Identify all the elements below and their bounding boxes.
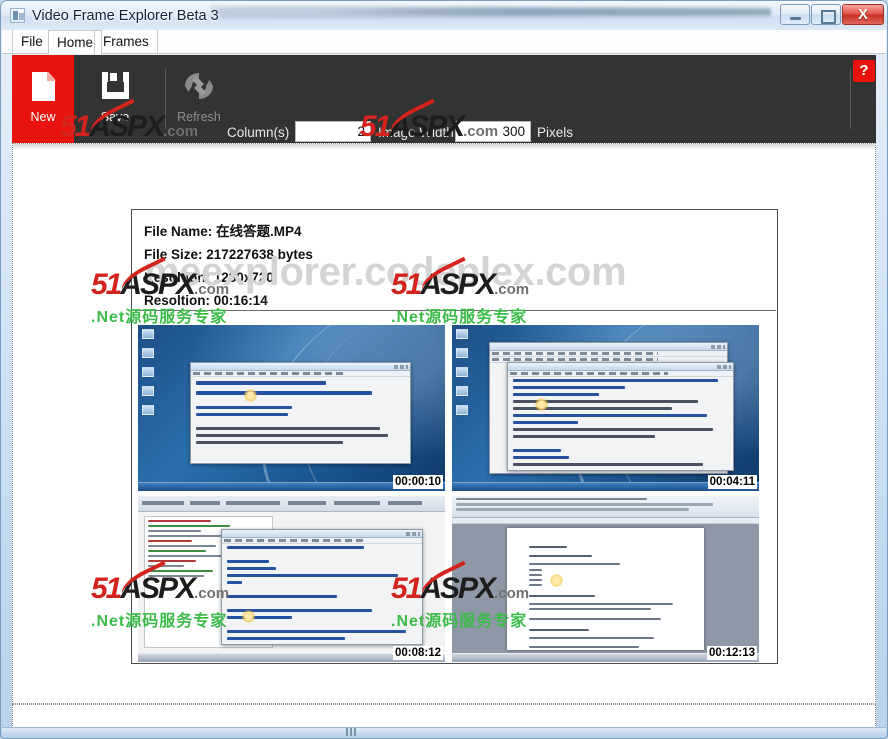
duration-line: Resoltion: 00:16:14	[144, 293, 268, 308]
page-fold-icon	[47, 72, 56, 81]
frame-2-screen	[452, 325, 759, 491]
file-size-line: File Size: 217227638 bytes	[144, 247, 313, 262]
menu-item-file[interactable]: File	[12, 30, 52, 54]
help-button[interactable]: ?	[853, 60, 875, 82]
frame-4-timestamp: 00:12:13	[706, 646, 757, 660]
frame-3-timestamp: 00:08:12	[392, 646, 443, 660]
frame-1-screen	[138, 325, 445, 491]
menu-bar: File Home Frames	[2, 30, 886, 54]
resolution-line: Resoltion: 1280x720	[144, 270, 274, 285]
refresh-icon	[185, 73, 213, 99]
columns-input[interactable]	[295, 121, 371, 142]
thumbnail-frame-1[interactable]: 00:00:10	[138, 325, 445, 491]
frame-report-card: File Name: 在线答题.MP4 File Size: 217227638…	[131, 209, 778, 664]
file-name-line: File Name: 在线答题.MP4	[144, 224, 302, 239]
new-button-label: New	[30, 110, 56, 124]
close-button[interactable]: X	[842, 4, 884, 25]
frame-2-notepad-window	[507, 361, 735, 472]
close-icon: X	[857, 6, 868, 23]
minimize-button[interactable]	[780, 4, 810, 25]
bottom-panel	[12, 704, 876, 728]
ribbon-divider-2	[850, 69, 851, 129]
maximize-button[interactable]	[811, 4, 841, 25]
thumbnail-grid: 00:00:10 00:04:11 00:08:12 00:12:13	[138, 325, 773, 662]
title-bar: Video Frame Explorer Beta 3 X	[1, 1, 887, 30]
app-window-icon	[10, 8, 25, 23]
thumbnail-frame-3[interactable]: 00:08:12	[138, 496, 445, 662]
frame-4-screen	[452, 496, 759, 662]
thumbnail-frame-2[interactable]: 00:04:11	[452, 325, 759, 491]
frame-3-notepad-window	[220, 529, 424, 646]
columns-label: Column(s)	[227, 125, 290, 140]
desktop-bleed-through	[211, 3, 771, 21]
ribbon-toolbar: New Save Refresh Column(s) Image Width P…	[12, 55, 876, 143]
image-width-input[interactable]	[455, 121, 531, 142]
app-window: Video Frame Explorer Beta 3 X File Home …	[0, 0, 888, 739]
question-mark-icon: ?	[859, 62, 869, 79]
refresh-button-label: Refresh	[177, 110, 221, 124]
new-button[interactable]: New	[12, 55, 74, 143]
frame-1-notepad-window	[190, 361, 412, 465]
frames-preview-area[interactable]: File Name: 在线答题.MP4 File Size: 217227638…	[12, 143, 876, 704]
report-divider	[136, 310, 776, 311]
image-width-label: Image Width	[378, 125, 454, 140]
floppy-shutter-icon	[107, 82, 124, 92]
window-title: Video Frame Explorer Beta 3	[32, 8, 219, 24]
frame-2-timestamp: 00:04:11	[707, 475, 757, 489]
thumbnail-frame-4[interactable]: 00:12:13	[452, 496, 759, 662]
new-document-icon	[32, 72, 55, 101]
menu-item-frames[interactable]: Frames	[94, 30, 158, 54]
frame-3-screen	[138, 496, 445, 662]
inner-shadow	[13, 144, 875, 150]
file-info-block: File Name: 在线答题.MP4 File Size: 217227638…	[144, 220, 313, 312]
resize-grip[interactable]	[346, 728, 358, 736]
status-bar	[2, 727, 886, 737]
save-button-label: Save	[100, 110, 130, 124]
frame-1-timestamp: 00:00:10	[392, 475, 443, 489]
pixels-unit-label: Pixels	[537, 125, 574, 140]
frame-4-document-page	[507, 528, 704, 650]
save-button[interactable]: Save	[74, 55, 156, 143]
